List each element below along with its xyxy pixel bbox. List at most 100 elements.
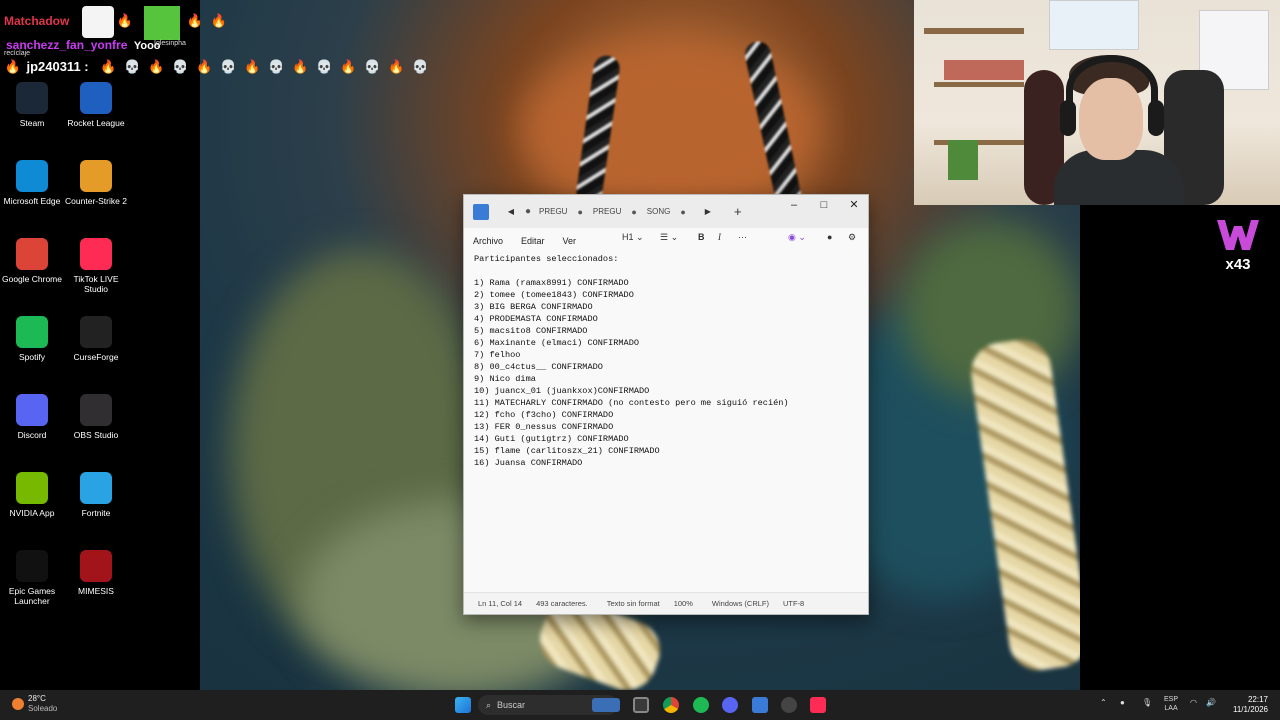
emote-icon	[144, 6, 180, 40]
desktop-icon-label: Rocket League	[67, 118, 125, 128]
text-line: 3) BIG BERGA CONFIRMADO	[474, 302, 593, 312]
fire-emote-icon: 🔥	[243, 59, 261, 74]
new-tab-icon[interactable]: +	[728, 204, 748, 219]
tab-unsaved-dot[interactable]: ●	[625, 207, 642, 217]
desktop-icon-label: TikTok LIVE Studio	[73, 274, 119, 294]
wifi-icon[interactable]: ◠	[1190, 698, 1197, 707]
fortnite-icon	[80, 472, 112, 504]
tab-pregu-1[interactable]: PREGU	[535, 207, 571, 216]
taskbar: 28°C Soleado ⌕ Buscar ⌃ ● 🎙 ESP LAA ◠ 🔊 …	[0, 690, 1280, 720]
settings-icon[interactable]: ⚙	[848, 232, 856, 243]
desktop-icon-cs2[interactable]: Counter-Strike 2	[64, 160, 128, 206]
tab-pregu-2[interactable]: PREGU	[589, 207, 625, 216]
tab-song[interactable]: SONG	[643, 207, 675, 216]
text-line: 15) flame (carlitoszx_21) CONFIRMADO	[474, 446, 660, 456]
copilot-icon[interactable]: ◉ ⌄	[788, 232, 806, 243]
desktop-icon-label: Epic Games Launcher	[8, 586, 56, 606]
spotify-taskbar-icon[interactable]	[693, 697, 709, 713]
menu-edit[interactable]: Editar	[512, 236, 554, 246]
notepad-text-area[interactable]: Participantes seleccionados: 1) Rama (ram…	[474, 253, 864, 469]
desktop-icon-tiktok-live[interactable]: TikTok LIVE Studio	[64, 238, 128, 294]
account-icon[interactable]: ●	[827, 232, 832, 242]
desktop-icon-mimesis[interactable]: MIMESIS	[64, 550, 128, 596]
more-icon[interactable]: ···	[738, 232, 747, 242]
desktop-icon-edge[interactable]: Microsoft Edge	[0, 160, 64, 206]
desktop-icon-fortnite[interactable]: Fortnite	[64, 472, 128, 518]
minimize-button[interactable]: –	[779, 195, 809, 215]
text-line	[474, 265, 864, 277]
desktop-icon-label: NVIDIA App	[9, 508, 55, 518]
search-highlight-icon	[592, 698, 620, 712]
list-icon[interactable]: ☰ ⌄	[660, 232, 678, 243]
language-indicator[interactable]: ESP LAA	[1164, 695, 1178, 713]
stream-chat-overlay: Matchadow 🔥 🔥 🔥 sanchezz_fan_yonfre Yooo …	[4, 4, 474, 104]
app-taskbar-icon[interactable]	[781, 697, 797, 713]
microphone-icon[interactable]: 🎙	[1142, 698, 1152, 707]
volume-icon[interactable]: 🔊	[1206, 698, 1216, 707]
discord-taskbar-icon[interactable]	[722, 697, 738, 713]
tab-scroll-right-icon[interactable]: ▶	[698, 207, 718, 216]
text-line: 9) Nico dima	[474, 374, 536, 384]
edge-icon	[16, 160, 48, 192]
status-format[interactable]: Texto sin format	[595, 599, 667, 608]
chrome-taskbar-icon[interactable]	[663, 697, 679, 713]
desktop-icon-spotify[interactable]: Spotify	[0, 316, 64, 362]
epic-games-icon	[16, 550, 48, 582]
system-clock[interactable]: 22:17 11/1/2026	[1233, 695, 1268, 715]
text-line: 13) FER 0_nessus CONFIRMADO	[474, 422, 614, 432]
tab-unsaved-dot[interactable]: ●	[674, 207, 691, 217]
fire-emote-icon: 🔥	[99, 59, 117, 74]
file-explorer-icon[interactable]	[633, 697, 649, 713]
fire-emote-icon: 🔥 🔥	[186, 13, 228, 28]
weather-widget[interactable]: 28°C Soleado	[12, 694, 57, 714]
menu-view[interactable]: Ver	[554, 236, 586, 246]
tiktok-live-icon	[80, 238, 112, 270]
text-line: 8) 00_c4ctus__ CONFIRMADO	[474, 362, 603, 372]
clock-date: 11/1/2026	[1233, 705, 1268, 714]
desktop-icon-nvidia[interactable]: NVIDIA App	[0, 472, 64, 518]
fire-emote-icon: 🔥	[116, 13, 134, 28]
logo-text: x43	[1225, 256, 1251, 273]
notepad-taskbar-icon[interactable]	[752, 697, 768, 713]
desktop-icon-label: Google Chrome	[1, 274, 62, 284]
text-line: 7) felhoo	[474, 350, 521, 360]
chat-username: Matchadow	[4, 14, 70, 28]
desktop-icon-label: OBS Studio	[73, 430, 119, 440]
notepad-titlebar[interactable]: ◀ ● PREGU ● PREGU ● SONG ● ▶ + – □ ✕	[464, 195, 868, 228]
status-encoding[interactable]: UTF-8	[776, 599, 811, 608]
tray-chevron-icon[interactable]: ⌃	[1100, 698, 1107, 707]
skull-emote-icon: 💀	[123, 59, 141, 74]
close-button[interactable]: ✕	[839, 195, 869, 215]
desktop-icon-obs[interactable]: OBS Studio	[64, 394, 128, 440]
skull-emote-icon: 💀	[171, 59, 189, 74]
status-zoom[interactable]: 100%	[667, 599, 700, 608]
weather-temp: 28°C	[28, 694, 46, 703]
cs2-icon	[80, 160, 112, 192]
desktop-icon-chrome[interactable]: Google Chrome	[0, 238, 64, 284]
clock-time: 22:17	[1247, 695, 1268, 704]
desktop-icon-label: Fortnite	[81, 508, 111, 518]
text-line: 6) Maxinante (elmaci) CONFIRMADO	[474, 338, 640, 348]
tiktok-taskbar-icon[interactable]	[810, 697, 826, 713]
bold-icon[interactable]: B	[698, 232, 705, 242]
taskbar-search[interactable]: ⌕ Buscar	[478, 695, 620, 715]
text-line: 10) juancx_01 (juankxox)CONFIRMADO	[474, 386, 650, 396]
desktop-icon-epic-games[interactable]: Epic Games Launcher	[0, 550, 64, 606]
fire-emote-icon: 🔥	[195, 59, 213, 74]
tab-scroll-left-icon[interactable]: ◀	[501, 207, 521, 216]
obs-icon	[80, 394, 112, 426]
heading-select[interactable]: H1 ⌄	[622, 232, 644, 243]
desktop-icon-curseforge[interactable]: CurseForge	[64, 316, 128, 362]
italic-icon[interactable]: I	[718, 232, 721, 242]
status-line-endings[interactable]: Windows (CRLF)	[700, 599, 776, 608]
status-chars: 493 caracteres.	[536, 599, 588, 608]
desktop-icon-label: Microsoft Edge	[3, 196, 61, 206]
tray-app-icon[interactable]: ●	[1120, 698, 1125, 707]
text-line: 16) Juansa CONFIRMADO	[474, 458, 583, 468]
maximize-button[interactable]: □	[809, 195, 839, 215]
tab-unsaved-dot[interactable]: ●	[571, 207, 588, 217]
desktop-icon-discord[interactable]: Discord	[0, 394, 64, 440]
windows-start-icon[interactable]	[455, 697, 471, 713]
menu-file[interactable]: Archivo	[464, 236, 512, 246]
skull-emote-icon: 💀	[411, 59, 429, 74]
